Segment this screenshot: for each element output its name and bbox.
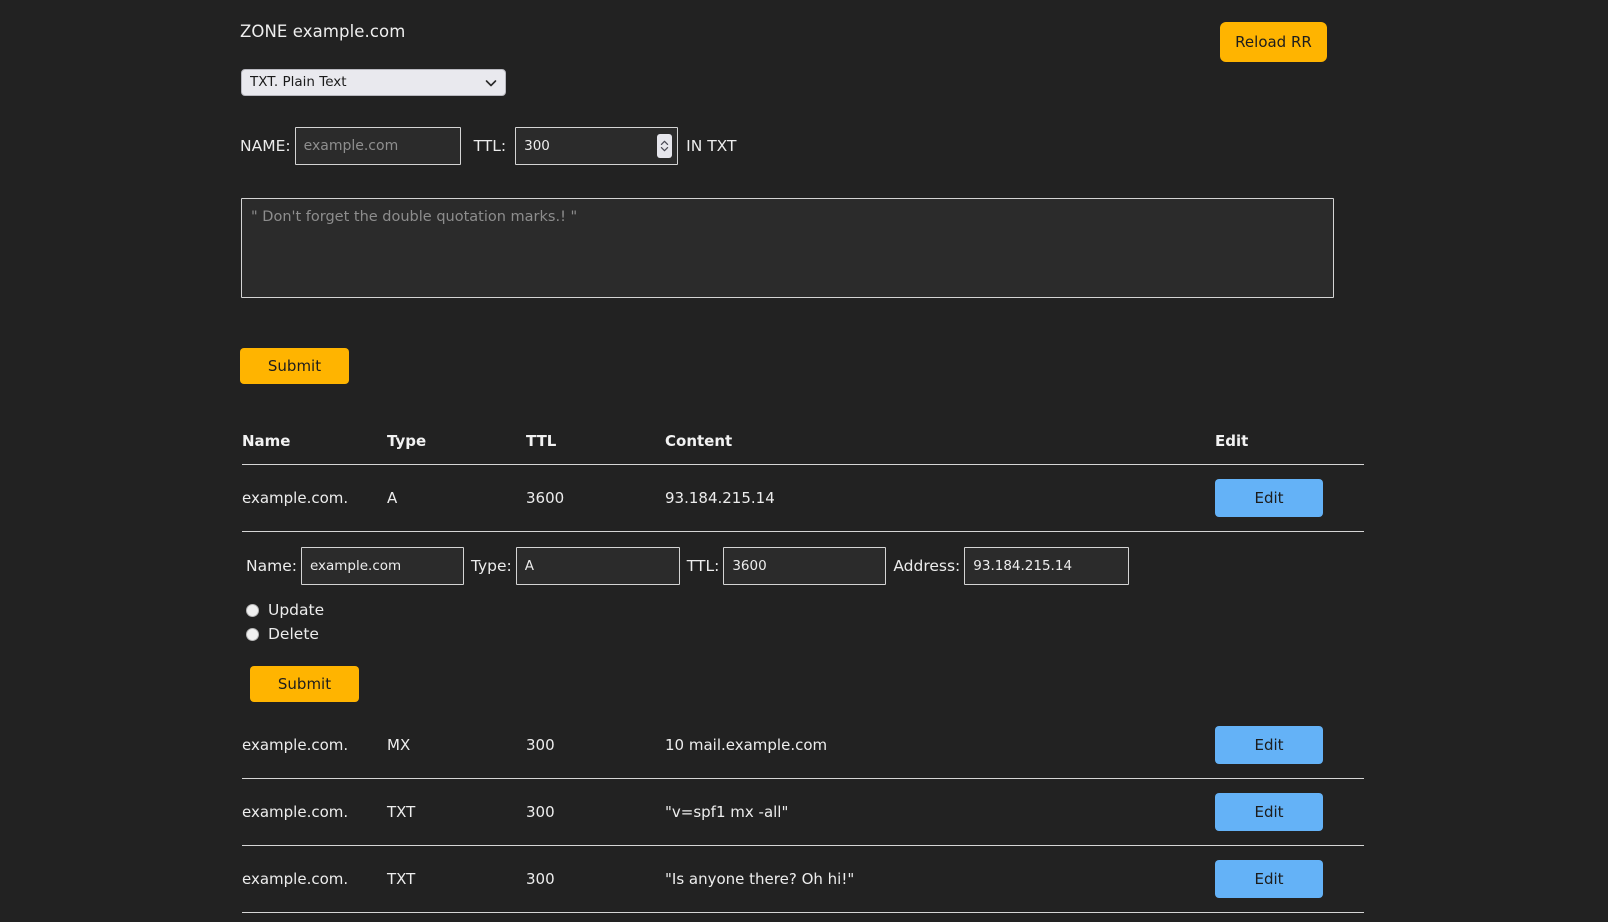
radio-delete-label: Delete (268, 625, 319, 643)
cell-name: example.com. (242, 712, 387, 779)
cell-name: example.com. (242, 845, 387, 913)
edit-record-button[interactable]: Edit (1215, 726, 1323, 764)
edit-ttl-label: TTL: (686, 557, 720, 575)
radio-option-update[interactable]: Update (246, 598, 1364, 622)
cell-ttl: 300 (526, 778, 665, 846)
table-header-row: Name Type TTL Content Edit (242, 432, 1364, 465)
radio-update-label: Update (268, 601, 325, 619)
column-header-edit: Edit (1215, 432, 1364, 465)
table-row: example.com. A 3600 93.184.215.14 Edit (242, 464, 1364, 532)
cell-name: example.com. (242, 912, 387, 922)
page-title: ZONE example.com (240, 22, 406, 41)
edit-name-label: Name: (246, 557, 297, 575)
radio-delete-icon[interactable] (246, 627, 259, 641)
submit-new-record-button[interactable]: Submit (240, 348, 349, 384)
edit-address-input[interactable] (964, 547, 1130, 585)
cell-content: "v=spf1 mx -all" (665, 778, 1215, 846)
cell-edit: Edit (1215, 464, 1364, 532)
record-type-select[interactable]: TXT. Plain Text (241, 69, 506, 96)
record-class-type-label: IN TXT (686, 137, 737, 155)
reload-rr-button[interactable]: Reload RR (1220, 22, 1327, 62)
cell-content: 93.184.215.14 (665, 464, 1215, 532)
edit-ttl-input[interactable] (723, 547, 887, 585)
cell-ttl: 3600 (526, 464, 665, 532)
column-header-ttl: TTL (526, 432, 665, 465)
table-row: example.com. MX 300 10 mail.example.com … (242, 712, 1364, 779)
cell-edit: Edit (1215, 912, 1364, 922)
cell-name: example.com. (242, 464, 387, 532)
edit-record-button[interactable]: Edit (1215, 860, 1323, 898)
new-record-name-ttl-row: NAME: TTL: IN TXT (240, 126, 737, 166)
cell-content: "Is anyone there? Oh hi!" (665, 845, 1215, 913)
cell-type: MX (387, 712, 526, 779)
records-table: Name Type TTL Content Edit example.com. … (242, 432, 1364, 922)
name-label: NAME: (240, 137, 291, 155)
column-header-type: Type (387, 432, 526, 465)
edit-record-button[interactable]: Edit (1215, 479, 1323, 517)
records-table-wrapper: Name Type TTL Content Edit example.com. … (242, 432, 1364, 922)
edit-action-radio-group: Update Delete (246, 598, 1364, 646)
record-content-textarea[interactable] (241, 198, 1334, 298)
cell-ttl: 300 (526, 912, 665, 922)
ttl-input[interactable] (515, 127, 679, 165)
column-header-content: Content (665, 432, 1215, 465)
ttl-label: TTL: (473, 137, 507, 155)
column-header-name: Name (242, 432, 387, 465)
table-row: example.com. TXT 300 "Is anyone there? O… (242, 845, 1364, 913)
table-row: example.com. TXT 300 "The quick brown fo… (242, 912, 1364, 922)
edit-address-label: Address: (893, 557, 961, 575)
cell-content: "The quick brown fox jumps over the lazy… (665, 912, 1215, 922)
table-row: example.com. TXT 300 "v=spf1 mx -all" Ed… (242, 778, 1364, 846)
cell-edit: Edit (1215, 845, 1364, 913)
inline-edit-form-row: Name: Type: TTL: Address: (242, 532, 1364, 713)
ttl-input-wrapper (515, 127, 679, 165)
radio-update-icon[interactable] (246, 603, 259, 617)
radio-option-delete[interactable]: Delete (246, 622, 1364, 646)
page-root: ZONE example.com Reload RR TXT. Plain Te… (0, 0, 1608, 922)
edit-record-button[interactable]: Edit (1215, 793, 1323, 831)
inline-edit-form: Name: Type: TTL: Address: (242, 532, 1364, 712)
cell-content: 10 mail.example.com (665, 712, 1215, 779)
cell-ttl: 300 (526, 712, 665, 779)
edit-type-label: Type: (470, 557, 512, 575)
cell-name: example.com. (242, 778, 387, 846)
inline-edit-fields-line: Name: Type: TTL: Address: (246, 546, 1364, 586)
name-input[interactable] (294, 127, 461, 165)
submit-edit-record-button[interactable]: Submit (250, 666, 359, 702)
cell-type: TXT (387, 778, 526, 846)
cell-ttl: 300 (526, 845, 665, 913)
cell-type: A (387, 464, 526, 532)
cell-edit: Edit (1215, 712, 1364, 779)
ttl-stepper[interactable] (657, 134, 673, 158)
cell-type: TXT (387, 912, 526, 922)
cell-type: TXT (387, 845, 526, 913)
edit-name-input[interactable] (300, 547, 464, 585)
edit-type-input[interactable] (515, 547, 680, 585)
cell-edit: Edit (1215, 778, 1364, 846)
inline-edit-form-cell: Name: Type: TTL: Address: (242, 532, 1364, 713)
